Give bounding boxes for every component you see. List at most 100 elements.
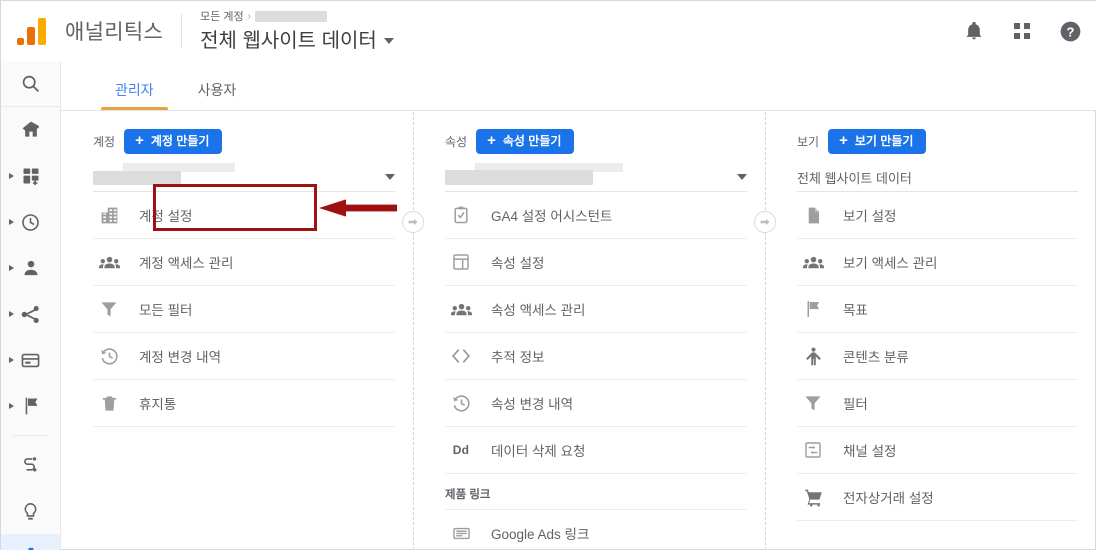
ga4-setup-assistant-label: GA4 설정 어시스턴트: [491, 209, 613, 224]
filter-icon: [97, 299, 121, 319]
brand-title: 애널리틱스: [65, 21, 164, 44]
property-column: 속성 + 속성 만들기 GA4 설정 어시스턴트 속성 설정 속성 액세스 관리…: [413, 112, 765, 550]
all-filters-item[interactable]: 모든 필터: [93, 286, 395, 333]
channel-settings-item[interactable]: 채널 설정: [797, 427, 1078, 474]
card-icon: [21, 353, 40, 367]
breadcrumb-all-accounts[interactable]: 모든 계정: [200, 8, 244, 24]
goals-label: 목표: [843, 303, 868, 318]
create-view-label: 보기 만들기: [854, 134, 914, 148]
header-divider: [181, 14, 183, 48]
channels-icon: [801, 440, 825, 460]
data-deletion-requests-item[interactable]: Dd 데이터 삭제 요청: [445, 427, 747, 474]
property-selector[interactable]: [445, 163, 747, 192]
create-account-label: 계정 만들기: [150, 134, 210, 148]
account-change-history-item[interactable]: 계정 변경 내역: [93, 333, 395, 380]
view-settings-label: 보기 설정: [843, 209, 897, 224]
create-view-button[interactable]: + 보기 만들기: [828, 129, 927, 154]
account-change-history-label: 계정 변경 내역: [139, 350, 222, 365]
sidebar-item-customization[interactable]: [1, 153, 60, 199]
header-actions: ?: [961, 1, 1083, 61]
chevron-right-icon: [9, 402, 14, 409]
sidebar-item-realtime[interactable]: [1, 199, 60, 245]
view-selector-value: 전체 웹사이트 데이터: [797, 171, 912, 186]
view-settings-item[interactable]: 보기 설정: [797, 192, 1078, 239]
bulb-icon: [24, 502, 37, 520]
property-selector-redacted: [445, 170, 593, 185]
data-deletion-requests-label: 데이터 삭제 요청: [491, 444, 586, 459]
content-grouping-item[interactable]: 콘텐츠 분류: [797, 333, 1078, 380]
sidebar-item-conversions[interactable]: [1, 383, 60, 429]
account-settings-item[interactable]: 계정 설정: [93, 192, 395, 239]
tracking-info-label: 추적 정보: [491, 350, 545, 365]
all-filters-label: 모든 필터: [139, 303, 193, 318]
apps-grid-icon[interactable]: [1009, 18, 1035, 44]
property-settings-item[interactable]: 속성 설정: [445, 239, 747, 286]
view-access-management-item[interactable]: 보기 액세스 관리: [797, 239, 1078, 286]
view-selector[interactable]: 전체 웹사이트 데이터: [797, 164, 1078, 192]
chevron-right-icon: [9, 172, 14, 179]
account-menu: 계정 설정 계정 액세스 관리 모든 필터 계정 변경 내역 휴지통: [93, 192, 395, 427]
person-icon: [24, 260, 37, 276]
account-to-property-arrow[interactable]: [402, 211, 424, 233]
people-icon: [449, 298, 473, 321]
admin-columns: 계정 + 계정 만들기 계정 설정 계정 액세스 관리 모든 필터 계정 변경 …: [61, 112, 1096, 550]
clipboard-check-icon: [449, 205, 473, 225]
blocks-icon: [23, 168, 38, 185]
sidebar-item-acquisition[interactable]: [1, 291, 60, 337]
property-access-management-label: 속성 액세스 관리: [491, 303, 586, 318]
history-icon: [449, 393, 473, 414]
ga4-setup-assistant-item[interactable]: GA4 설정 어시스턴트: [445, 192, 747, 239]
tab-users[interactable]: 사용자: [176, 83, 259, 110]
arrow-right-circle-icon: [408, 219, 418, 225]
sidebar-search[interactable]: [1, 61, 60, 107]
plus-icon: +: [135, 132, 144, 149]
logo-bar-tall-icon: [38, 18, 46, 45]
filters-label: 필터: [843, 397, 868, 412]
product-links-section-label: 제품 링크: [445, 474, 747, 510]
goals-item[interactable]: 목표: [797, 286, 1078, 333]
breadcrumb-separator: ›: [247, 10, 251, 22]
content-grouping-label: 콘텐츠 분류: [843, 350, 909, 365]
tab-admin[interactable]: 관리자: [93, 83, 176, 110]
sidebar-item-audience[interactable]: [1, 245, 60, 291]
chevron-right-icon: [9, 356, 14, 363]
help-icon[interactable]: ?: [1057, 18, 1083, 44]
ecommerce-settings-item[interactable]: 전자상거래 설정: [797, 474, 1078, 521]
create-property-label: 속성 만들기: [502, 134, 562, 148]
property-to-view-arrow[interactable]: [754, 211, 776, 233]
create-property-button[interactable]: + 속성 만들기: [476, 129, 575, 154]
breadcrumb[interactable]: 모든 계정 › 전체 웹사이트 데이터: [200, 9, 394, 53]
attribution-icon: [24, 456, 37, 472]
sidebar-item-home[interactable]: [1, 107, 60, 153]
property-change-history-item[interactable]: 속성 변경 내역: [445, 380, 747, 427]
sidebar-item-behavior[interactable]: [1, 337, 60, 383]
bell-icon[interactable]: [961, 18, 987, 44]
history-icon: [97, 346, 121, 367]
ads-icon: [449, 523, 473, 544]
chevron-down-icon: [737, 174, 747, 180]
tracking-info-item[interactable]: 추적 정보: [445, 333, 747, 380]
account-selector[interactable]: [93, 163, 395, 192]
create-account-button[interactable]: + 계정 만들기: [124, 129, 223, 154]
trash-can-label: 휴지통: [139, 397, 177, 412]
gear-icon: [27, 547, 33, 550]
property-change-history-label: 속성 변경 내역: [491, 397, 574, 412]
sidebar-item-admin[interactable]: [1, 534, 60, 550]
trash-can-item[interactable]: 휴지통: [93, 380, 395, 427]
chevron-right-icon: [9, 264, 14, 271]
sidebar-item-attribution[interactable]: [1, 442, 60, 488]
property-selector-redacted-top: [475, 163, 623, 172]
google-ads-links-item[interactable]: Google Ads 링크: [445, 510, 747, 550]
clock-icon: [22, 213, 39, 231]
building-icon: [97, 205, 121, 226]
app-header: 애널리틱스 모든 계정 › 전체 웹사이트 데이터 ?: [1, 1, 1096, 61]
analytics-logo[interactable]: [1, 1, 61, 61]
sidebar-item-discover[interactable]: [1, 488, 60, 534]
svg-text:?: ?: [1066, 24, 1074, 39]
filters-item[interactable]: 필터: [797, 380, 1078, 427]
logo-bar-mid-icon: [27, 27, 35, 45]
account-access-management-item[interactable]: 계정 액세스 관리: [93, 239, 395, 286]
filter-icon: [801, 393, 825, 413]
chevron-down-icon[interactable]: [383, 37, 394, 44]
property-access-management-item[interactable]: 속성 액세스 관리: [445, 286, 747, 333]
